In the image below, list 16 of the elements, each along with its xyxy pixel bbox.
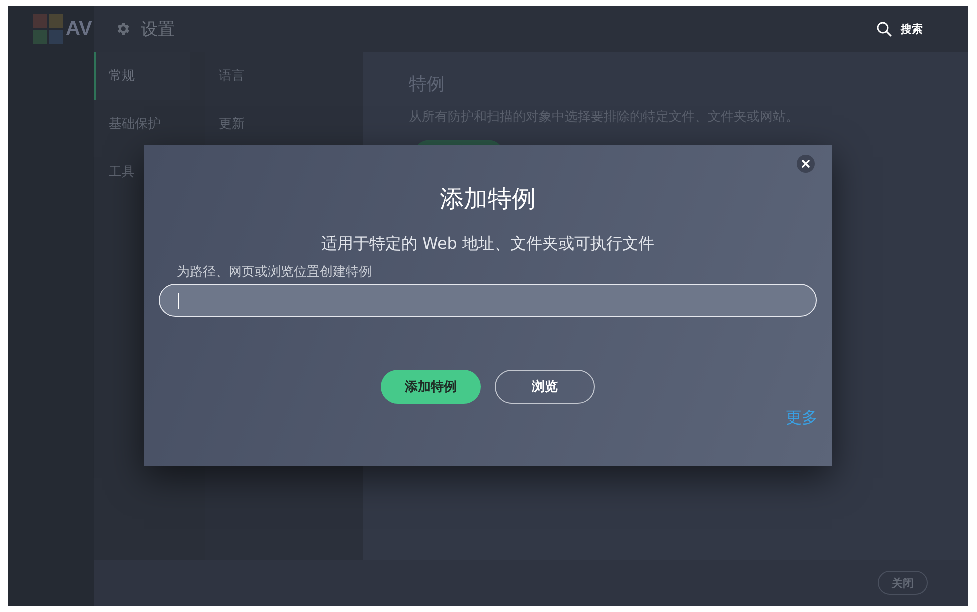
logo-text: AV — [66, 18, 92, 40]
path-input-field[interactable] — [159, 284, 817, 317]
dialog-subtitle: 适用于特定的 Web 地址、文件夹或可执行文件 — [321, 233, 655, 255]
close-icon[interactable] — [797, 155, 815, 173]
dialog-title: 添加特例 — [440, 184, 536, 215]
browse-button[interactable]: 浏览 — [495, 370, 595, 404]
page-title: 设置 — [141, 18, 175, 40]
logo-icon — [33, 14, 63, 44]
search-button[interactable]: 搜索 — [877, 22, 923, 36]
text-cursor — [178, 292, 179, 308]
gear-icon — [115, 21, 131, 37]
field-label: 为路径、网页或浏览位置创建特例 — [177, 265, 372, 281]
add-exception-button[interactable]: 添加特例 — [381, 370, 481, 404]
nav-item[interactable]: 基础保护 — [94, 100, 190, 148]
search-icon — [877, 22, 892, 36]
more-link[interactable]: 更多 — [786, 408, 818, 428]
